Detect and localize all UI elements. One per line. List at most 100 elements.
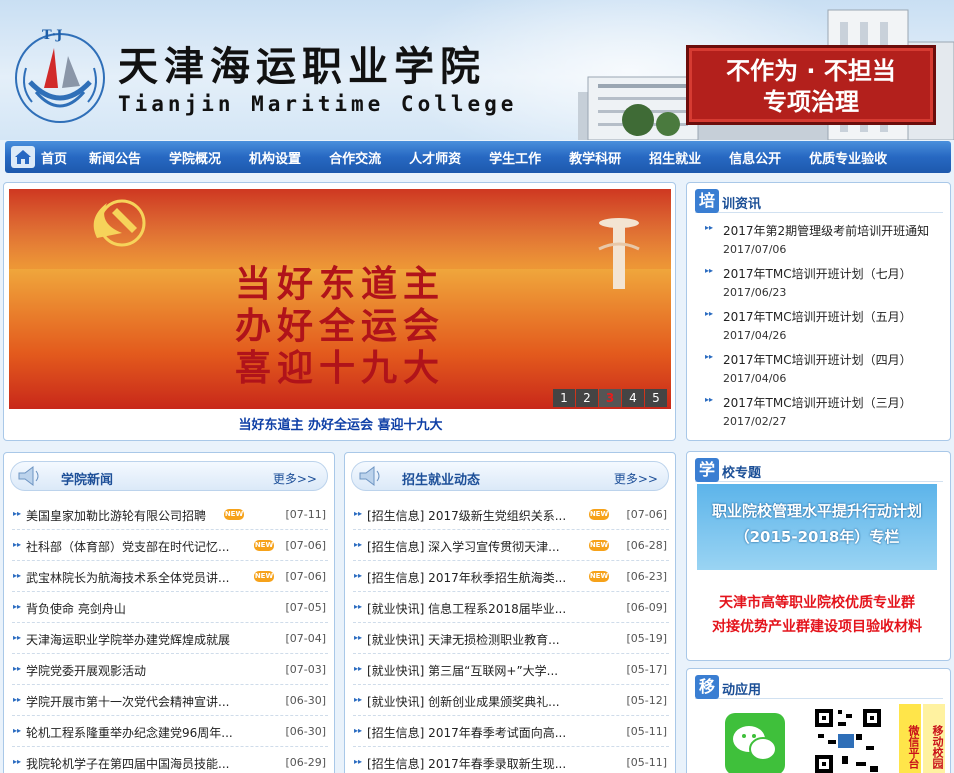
training-item-title[interactable]: 2017年TMC培训开班计划（三月） xyxy=(705,394,945,411)
news-row[interactable]: ▸▸ 武宝林院长为航海技术系全体党员讲... NEW [07-06] xyxy=(12,561,328,592)
news-row-title[interactable]: 学院党委开展观影活动 xyxy=(26,662,146,679)
slide-dot-4[interactable]: 4 xyxy=(622,389,644,407)
nav-item-students[interactable]: 学生工作 xyxy=(489,148,541,167)
news-row[interactable]: ▸▸ [招生信息] 2017级新生党组织关系... NEW [07-06] xyxy=(353,499,669,530)
wechat-platform-tag[interactable]: 微信平台 xyxy=(899,704,921,773)
news-row[interactable]: ▸▸ 社科部（体育部）党支部在时代记忆... NEW [07-06] xyxy=(12,530,328,561)
nav-item-info-disclosure[interactable]: 信息公开 xyxy=(729,148,781,167)
news-row-title[interactable]: [招生信息] 2017年春季考试面向高... xyxy=(367,724,566,741)
admission-employment-more-link[interactable]: 更多>> xyxy=(614,470,658,487)
slide-dot-5[interactable]: 5 xyxy=(645,389,667,407)
home-icon[interactable] xyxy=(11,146,35,168)
news-row-title[interactable]: 学院开展市第十一次党代会精神宣讲... xyxy=(26,693,229,710)
nav-item-home[interactable]: 首页 xyxy=(41,148,67,167)
news-row-date: [06-28] xyxy=(626,539,667,552)
training-item-date: 2017/04/26 xyxy=(723,329,787,342)
nav-item-cooperation[interactable]: 合作交流 xyxy=(329,148,381,167)
image-slider-panel: 当好东道主 办好全运会 喜迎十九大 1 2 3 4 5 当好东道主 办好全运会 … xyxy=(3,182,676,441)
news-row[interactable]: ▸▸ [招生信息] 2017年秋季招生航海类... NEW [06-23] xyxy=(353,561,669,592)
news-row[interactable]: ▸▸ 天津海运职业学院举办建党辉煌成就展 [07-04] xyxy=(12,623,328,654)
news-row-date: [06-09] xyxy=(626,601,667,614)
nav-item-teaching[interactable]: 教学科研 xyxy=(569,148,621,167)
nav-item-faculty[interactable]: 人才师资 xyxy=(409,148,461,167)
slide-dot-3-active[interactable]: 3 xyxy=(599,389,621,407)
news-row[interactable]: ▸▸ [招生信息] 2017年春季录取新生现... [05-11] xyxy=(353,747,669,773)
news-row-title[interactable]: 美国皇家加勒比游轮有限公司招聘 xyxy=(26,507,206,524)
quality-major-banner[interactable]: 天津市高等职业院校优质专业群 对接优势产业群建设项目验收材料 xyxy=(697,580,937,646)
speaker-icon xyxy=(18,466,39,486)
news-row-title[interactable]: [就业快讯] 创新创业成果颁奖典礼... xyxy=(367,693,560,710)
mobile-title: 移 动应用 xyxy=(695,675,943,699)
news-row-date: [05-12] xyxy=(626,694,667,707)
new-badge-icon: NEW xyxy=(589,571,609,582)
slide-caption[interactable]: 当好东道主 办好全运会 喜迎十九大 xyxy=(4,414,677,433)
news-row-title[interactable]: 背负使命 亮剑舟山 xyxy=(26,600,126,617)
news-row-title[interactable]: [招生信息] 2017级新生党组织关系... xyxy=(367,507,566,524)
news-row-title[interactable]: 天津海运职业学院举办建党辉煌成就展 xyxy=(26,631,230,648)
news-row[interactable]: ▸▸ 学院党委开展观影活动 [07-03] xyxy=(12,654,328,685)
campaign-line-2: 专项治理 xyxy=(763,88,859,116)
news-row[interactable]: ▸▸ [招生信息] 深入学习宣传贯彻天津... NEW [06-28] xyxy=(353,530,669,561)
bullet-icon: ▸▸ xyxy=(13,602,22,611)
news-row-title[interactable]: [就业快讯] 信息工程系2018届毕业... xyxy=(367,600,566,617)
slide-dot-1[interactable]: 1 xyxy=(553,389,575,407)
college-news-more-link[interactable]: 更多>> xyxy=(273,470,317,487)
mobile-title-text: 动应用 xyxy=(722,683,762,698)
training-item[interactable]: 2017年TMC培训开班计划（四月） 2017/04/06 xyxy=(705,351,945,385)
slide-image[interactable]: 当好东道主 办好全运会 喜迎十九大 xyxy=(9,189,671,409)
nav-item-news[interactable]: 新闻公告 xyxy=(89,148,141,167)
news-row[interactable]: ▸▸ 美国皇家加勒比游轮有限公司招聘 NEW [07-11] xyxy=(12,499,328,530)
nav-item-about[interactable]: 学院概况 xyxy=(169,148,221,167)
news-row-title[interactable]: [就业快讯] 天津无损检测职业教育... xyxy=(367,631,560,648)
news-row-date: [06-23] xyxy=(626,570,667,583)
campaign-banner[interactable]: 不作为 · 不担当 专项治理 xyxy=(686,45,936,125)
news-row-title[interactable]: 轮机工程系隆重举办纪念建党96周年... xyxy=(26,724,233,741)
bullet-icon: ▸▸ xyxy=(13,664,22,673)
bullet-icon: ▸▸ xyxy=(354,726,363,735)
qr-code-icon[interactable] xyxy=(812,706,884,773)
nav-item-quality-acceptance[interactable]: 优质专业验收 xyxy=(809,148,887,167)
news-row-title[interactable]: 我院轮机学子在第四届中国海员技能... xyxy=(26,755,229,772)
news-row[interactable]: ▸▸ [就业快讯] 信息工程系2018届毕业... [06-09] xyxy=(353,592,669,623)
slide-pager: 1 2 3 4 5 xyxy=(552,389,667,407)
news-row[interactable]: ▸▸ 轮机工程系隆重举办纪念建党96周年... [06-30] xyxy=(12,716,328,747)
training-item-title[interactable]: 2017年第2期管理级考前培训开班通知 xyxy=(705,222,945,239)
training-item-title[interactable]: 2017年TMC培训开班计划（五月） xyxy=(705,308,945,325)
news-row[interactable]: ▸▸ [招生信息] 2017年春季考试面向高... [05-11] xyxy=(353,716,669,747)
training-item[interactable]: 2017年TMC培训开班计划（五月） 2017/04/26 xyxy=(705,308,945,342)
news-row-title[interactable]: [招生信息] 深入学习宣传贯彻天津... xyxy=(367,538,560,555)
bullet-icon: ▸▸ xyxy=(354,602,363,611)
training-item[interactable]: 2017年TMC培训开班计划（七月） 2017/06/23 xyxy=(705,265,945,299)
training-item-title[interactable]: 2017年TMC培训开班计划（七月） xyxy=(705,265,945,282)
news-row[interactable]: ▸▸ [就业快讯] 第三届“互联网+”大学... [05-17] xyxy=(353,654,669,685)
training-item[interactable]: 2017年TMC培训开班计划（三月） 2017/02/27 xyxy=(705,394,945,428)
training-item-title[interactable]: 2017年TMC培训开班计划（四月） xyxy=(705,351,945,368)
news-row[interactable]: ▸▸ 学院开展市第十一次党代会精神宣讲... [06-30] xyxy=(12,685,328,716)
slide-dot-2[interactable]: 2 xyxy=(576,389,598,407)
new-badge-icon: NEW xyxy=(589,540,609,551)
bullet-icon: ▸▸ xyxy=(13,509,22,518)
training-item[interactable]: 2017年第2期管理级考前培训开班通知 2017/07/06 xyxy=(705,222,945,256)
party-emblem-icon xyxy=(93,199,146,247)
new-badge-icon: NEW xyxy=(254,571,274,582)
news-row-title[interactable]: 社科部（体育部）党支部在时代记忆... xyxy=(26,538,229,555)
news-row-title[interactable]: [就业快讯] 第三届“互联网+”大学... xyxy=(367,662,558,679)
news-row-title[interactable]: 武宝林院长为航海技术系全体党员讲... xyxy=(26,569,229,586)
news-row-title[interactable]: [招生信息] 2017年秋季招生航海类... xyxy=(367,569,566,586)
news-row-title[interactable]: [招生信息] 2017年春季录取新生现... xyxy=(367,755,566,772)
nav-item-departments[interactable]: 机构设置 xyxy=(249,148,301,167)
admission-employment-title: 招生就业动态 xyxy=(402,473,481,488)
slide-line-3: 喜迎十九大 xyxy=(234,347,445,389)
news-row[interactable]: ▸▸ [就业快讯] 天津无损检测职业教育... [05-19] xyxy=(353,623,669,654)
training-item-date: 2017/06/23 xyxy=(723,286,787,299)
bullet-icon: ▸▸ xyxy=(354,540,363,549)
news-row[interactable]: ▸▸ 背负使命 亮剑舟山 [07-05] xyxy=(12,592,328,623)
new-badge-icon: NEW xyxy=(224,509,244,520)
news-row[interactable]: ▸▸ 我院轮机学子在第四届中国海员技能... [06-29] xyxy=(12,747,328,773)
wechat-icon[interactable] xyxy=(725,713,785,773)
news-row[interactable]: ▸▸ [就业快讯] 创新创业成果颁奖典礼... [05-12] xyxy=(353,685,669,716)
nav-item-admissions[interactable]: 招生就业 xyxy=(649,148,701,167)
management-plan-banner[interactable]: 职业院校管理水平提升行动计划 （2015-2018年）专栏 xyxy=(697,484,937,570)
mobile-campus-tag[interactable]: 移动校园 xyxy=(923,704,945,773)
college-name-en: Tianjin Maritime College xyxy=(118,92,518,116)
